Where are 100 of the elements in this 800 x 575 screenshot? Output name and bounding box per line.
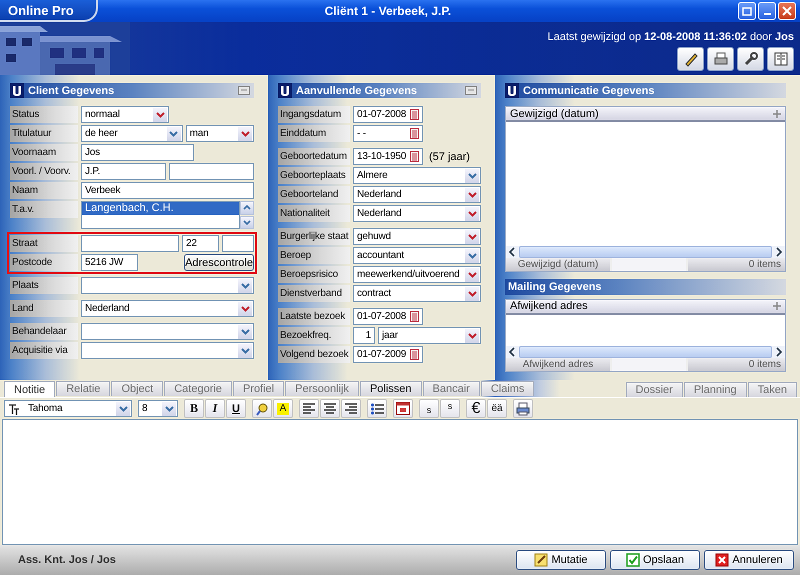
chevron-icon[interactable]: [238, 278, 252, 292]
calendar-icon[interactable]: [410, 128, 419, 139]
date-field[interactable]: 01-07-2008: [353, 308, 423, 325]
dropdown[interactable]: Almere: [353, 167, 481, 184]
dropdown[interactable]: [81, 277, 254, 294]
accent-button[interactable]: ëä: [487, 399, 507, 418]
text-field[interactable]: [222, 235, 254, 252]
align-center-icon[interactable]: [320, 399, 340, 418]
cancel-button[interactable]: Annuleren: [704, 550, 794, 570]
edit-button[interactable]: Mutatie: [516, 550, 606, 570]
tab[interactable]: Profiel: [232, 381, 284, 396]
text-field[interactable]: Jos: [81, 144, 194, 161]
tab[interactable]: Relatie: [56, 381, 110, 396]
tab[interactable]: Polissen: [360, 381, 422, 396]
size-dropdown[interactable]: 8: [138, 400, 178, 417]
chevron-icon[interactable]: [465, 286, 479, 300]
dropdown[interactable]: man: [186, 125, 254, 142]
save-button[interactable]: Opslaan: [610, 550, 700, 570]
chevron-icon[interactable]: [166, 126, 181, 140]
text-field[interactable]: J.P.: [81, 163, 166, 180]
restore-icon[interactable]: [238, 86, 250, 95]
text-field[interactable]: 5216 JW: [81, 254, 138, 271]
number-field[interactable]: 1: [353, 327, 375, 344]
align-right-icon[interactable]: [341, 399, 361, 418]
close-button[interactable]: [778, 2, 796, 20]
dropdown[interactable]: Nederland: [353, 186, 481, 203]
dropdown[interactable]: meewerkend/uitvoerend: [353, 266, 481, 283]
contact-list[interactable]: Langenbach, C.H.: [81, 201, 240, 229]
tab[interactable]: Persoonlijk: [285, 381, 359, 396]
printer-icon[interactable]: [513, 399, 533, 418]
tab[interactable]: Categorie: [164, 381, 232, 396]
chevron-icon[interactable]: [465, 206, 479, 220]
minimize-button[interactable]: [758, 2, 776, 20]
tab[interactable]: Notitie: [4, 381, 56, 397]
chevron-icon[interactable]: [465, 168, 479, 182]
chevron-icon[interactable]: [238, 344, 252, 358]
underline-button[interactable]: U: [226, 399, 246, 418]
euro-button[interactable]: €: [466, 399, 486, 418]
tab[interactable]: Claims: [480, 381, 534, 396]
text-field[interactable]: Verbeek: [81, 182, 254, 199]
subscript-button[interactable]: s: [419, 399, 439, 418]
scroll-down-icon[interactable]: [240, 216, 254, 229]
date-field[interactable]: - -: [353, 125, 423, 142]
tab[interactable]: Planning: [684, 382, 747, 397]
text-field[interactable]: 22: [182, 235, 219, 252]
calendar-icon[interactable]: [410, 109, 419, 120]
date-field[interactable]: 13-10-1950: [353, 148, 423, 165]
chevron-icon[interactable]: [238, 324, 252, 338]
chevron-icon[interactable]: [465, 328, 479, 342]
pen-icon[interactable]: [677, 47, 704, 71]
calendar-icon[interactable]: [393, 399, 413, 418]
bullet-list-icon[interactable]: [367, 399, 387, 418]
calendar-icon[interactable]: [410, 151, 419, 162]
tab[interactable]: Taken: [748, 382, 797, 397]
dropdown[interactable]: [81, 342, 254, 359]
highlight-button[interactable]: A: [273, 399, 293, 418]
italic-button[interactable]: I: [205, 399, 225, 418]
tab[interactable]: Bancair: [422, 381, 480, 396]
book-icon[interactable]: [767, 47, 794, 71]
date-field[interactable]: 01-07-2008: [353, 106, 423, 123]
font-icon: [8, 402, 20, 414]
bold-button[interactable]: B: [184, 399, 204, 418]
superscript-button[interactable]: s: [440, 399, 460, 418]
scroll-up-icon[interactable]: [240, 201, 254, 214]
dropdown[interactable]: accountant: [353, 247, 481, 264]
chevron-icon[interactable]: [162, 402, 176, 416]
dropdown[interactable]: Nederland: [353, 205, 481, 222]
chevron-icon[interactable]: [238, 302, 252, 316]
calendar-icon[interactable]: [410, 311, 419, 322]
chevron-icon[interactable]: [238, 126, 252, 140]
field-label: Postcode: [10, 254, 78, 271]
date-field[interactable]: 01-07-2009: [353, 346, 423, 363]
pin-icon[interactable]: [773, 110, 781, 118]
dropdown[interactable]: [81, 323, 254, 340]
pin-icon[interactable]: [773, 302, 781, 310]
chevron-icon[interactable]: [116, 402, 130, 416]
dropdown[interactable]: de heer: [81, 125, 183, 142]
list-item[interactable]: Langenbach, C.H.: [82, 202, 239, 215]
dropdown[interactable]: contract: [353, 285, 481, 302]
chevron-icon[interactable]: [465, 248, 479, 262]
chevron-icon[interactable]: [465, 268, 479, 282]
tab[interactable]: Object: [111, 381, 164, 396]
dropdown[interactable]: Nederland: [81, 300, 254, 317]
check-button[interactable]: Adrescontrole: [184, 254, 254, 271]
chevron-icon[interactable]: [465, 230, 479, 244]
font-dropdown[interactable]: Tahoma: [4, 400, 132, 417]
dropdown[interactable]: normaal: [81, 106, 169, 123]
dropdown[interactable]: gehuwd: [353, 228, 481, 245]
restore-button[interactable]: [738, 2, 756, 20]
text-field[interactable]: [169, 163, 254, 180]
tab[interactable]: Dossier: [626, 382, 683, 397]
chevron-icon[interactable]: [465, 188, 479, 202]
align-left-icon[interactable]: [299, 399, 319, 418]
printer-icon[interactable]: [707, 47, 734, 71]
restore-icon[interactable]: [465, 86, 477, 95]
dropdown[interactable]: jaar: [378, 327, 481, 344]
text-field[interactable]: [81, 235, 179, 252]
field-label: Titulatuur: [10, 125, 78, 142]
calendar-icon[interactable]: [410, 349, 419, 360]
chevron-icon[interactable]: [153, 108, 167, 122]
